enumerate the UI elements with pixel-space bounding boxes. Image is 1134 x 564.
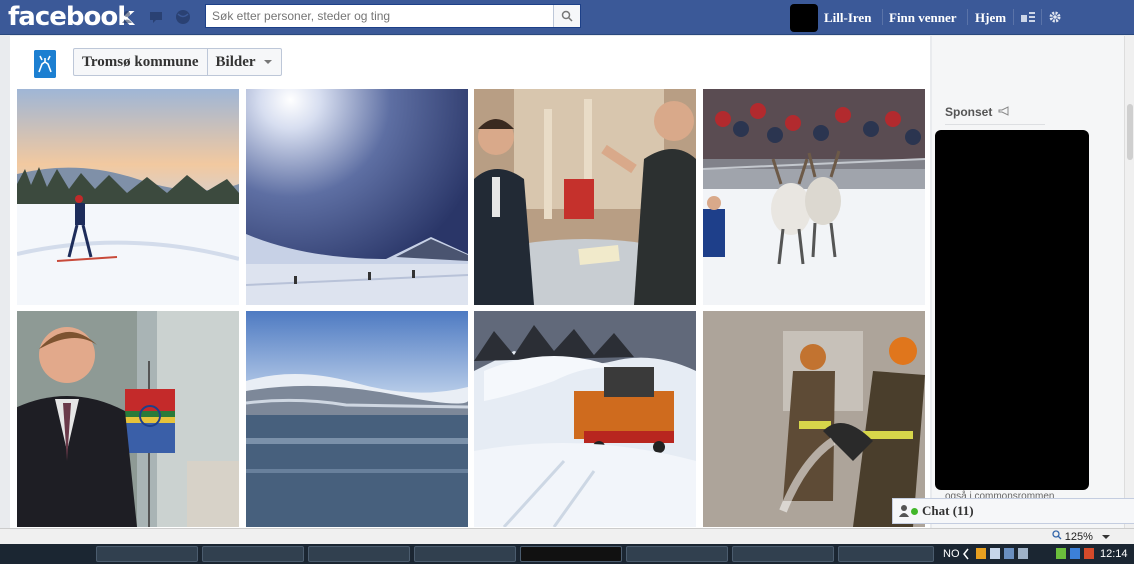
chat-person-icon [899, 505, 909, 517]
photo-firefighters-rescue[interactable] [703, 311, 925, 527]
search-button[interactable] [553, 5, 580, 27]
input-language-indicator[interactable]: NO [943, 548, 960, 560]
photo-cross-country-skier[interactable] [17, 89, 239, 305]
photo-mayor-portrait[interactable] [17, 311, 239, 527]
profile-link[interactable]: Lill-Iren [824, 10, 871, 26]
nav-divider [967, 9, 968, 25]
tromso-coat-of-arms-logo[interactable] [34, 50, 56, 78]
home-link[interactable]: Hjem [975, 10, 1006, 26]
chat-tab[interactable]: Chat (11) [892, 498, 1134, 524]
taskbar-button-active[interactable] [520, 546, 622, 562]
taskbar-button[interactable] [308, 546, 410, 562]
zoom-control[interactable]: 125% [1052, 530, 1110, 543]
page-name-link[interactable]: Tromsø kommune [74, 49, 207, 75]
zoom-icon [1052, 530, 1062, 540]
browser-status-bar: 125% [0, 528, 1134, 545]
tray-network-icon[interactable] [1004, 548, 1014, 559]
facebook-logo[interactable]: facebook [8, 2, 135, 32]
nav-divider [882, 9, 883, 25]
settings-gear-icon[interactable] [1048, 10, 1062, 24]
tray-app-icon[interactable] [976, 548, 986, 559]
chevron-down-icon [1102, 535, 1110, 539]
tray-cloud-icon[interactable] [990, 548, 1000, 559]
sponsored-divider [945, 124, 1045, 125]
megaphone-icon [998, 106, 1009, 116]
sponsored-ad[interactable] [935, 130, 1089, 490]
taskbar-button[interactable] [202, 546, 304, 562]
friend-requests-icon[interactable] [120, 8, 138, 26]
notifications-globe-icon[interactable] [174, 8, 192, 26]
online-status-icon [911, 507, 918, 515]
scrollbar-thumb[interactable] [1127, 104, 1133, 160]
show-hidden-icons-icon[interactable] [962, 548, 970, 560]
section-label: Bilder [215, 54, 256, 70]
photo-meeting-two-men[interactable] [474, 89, 696, 305]
messages-icon[interactable] [148, 8, 166, 26]
search-icon [561, 10, 573, 22]
taskbar-button[interactable] [414, 546, 516, 562]
photo-tromso-bridge-fjord[interactable] [246, 311, 468, 527]
taskbar-button[interactable] [732, 546, 834, 562]
page-breadcrumb: Tromsø kommune Bilder [73, 48, 283, 76]
volume-icon[interactable] [1084, 548, 1094, 559]
taskbar-button[interactable] [626, 546, 728, 562]
photo-snow-blower[interactable] [474, 311, 696, 527]
page-header: Tromsø kommune Bilder [10, 36, 930, 88]
nav-divider [1013, 9, 1014, 25]
chevron-down-icon [264, 60, 273, 64]
tray-monitor-icon[interactable] [1018, 548, 1028, 559]
search-bar [205, 4, 581, 28]
user-avatar[interactable] [790, 4, 818, 32]
photo-snowfield-sun[interactable] [246, 89, 468, 305]
windows-taskbar: NO 12:14 [0, 544, 1134, 564]
clock[interactable]: 12:14 [1100, 548, 1128, 560]
section-dropdown[interactable]: Bilder [206, 49, 281, 75]
top-navigation-bar: facebook Lill-Iren Finn venner Hjem [0, 0, 1134, 35]
photo-reindeer-race[interactable] [703, 89, 925, 305]
search-input[interactable] [206, 5, 568, 27]
sponsored-label: Sponset [945, 105, 993, 119]
zoom-level: 125% [1064, 531, 1093, 543]
nav-divider [1041, 9, 1042, 25]
sponsored-heading: Sponset [945, 105, 1010, 119]
privacy-shortcuts-icon[interactable] [1021, 11, 1035, 23]
tray-display-icon[interactable] [1070, 548, 1080, 559]
taskbar-button[interactable] [96, 546, 198, 562]
chat-label: Chat (11) [922, 503, 974, 518]
find-friends-link[interactable]: Finn venner [889, 10, 957, 26]
taskbar-button[interactable] [838, 546, 934, 562]
tray-flag-icon[interactable] [1056, 548, 1066, 559]
